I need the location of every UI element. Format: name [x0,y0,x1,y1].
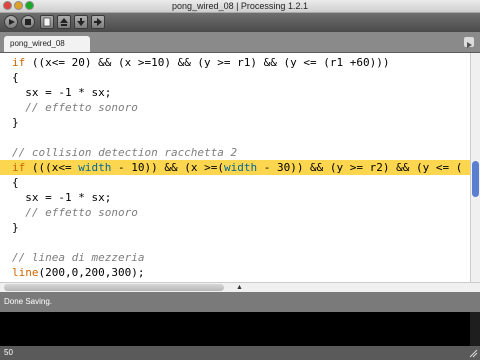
code-text: // effetto sonoro [25,206,138,219]
code-line[interactable]: sx = -1 * sx; [0,190,470,205]
code-text: // effetto sonoro [25,101,138,114]
code-text: if (((x<= width - 10)) && (x >=(width - … [12,161,463,174]
code-text: { [12,71,19,84]
code-line[interactable]: // linea di mezzeria [0,250,470,265]
code-text: } [12,221,19,234]
window-title: pong_wired_08 | Processing 1.2.1 [172,1,308,11]
horizontal-scroll-thumb[interactable] [4,284,224,291]
code-line[interactable]: { [0,175,470,190]
code-line[interactable]: // collision detection racchetta 2 [0,145,470,160]
title-bar: pong_wired_08 | Processing 1.2.1 [0,0,480,13]
code-line[interactable] [0,130,470,145]
code-text: // collision detection racchetta 2 [12,146,238,159]
code-line[interactable]: } [0,220,470,235]
toolbar [0,13,480,32]
code-text: // linea di mezzeria [12,251,145,264]
line-number: 50 [4,348,13,357]
scroll-arrows-icon[interactable]: ▲ [236,284,243,292]
horizontal-scrollbar[interactable]: ▲ [0,282,480,292]
stop-button[interactable] [21,15,35,29]
save-icon [77,18,85,26]
code-text: sx = -1 * sx; [12,86,112,99]
run-button[interactable] [4,15,18,29]
status-bar: Done Saving. [0,292,480,312]
open-icon [60,18,68,26]
export-button[interactable] [91,15,105,29]
code-line[interactable]: // effetto sonoro [0,100,470,115]
line-number-bar: 50 [0,346,480,360]
export-icon [94,18,102,26]
code-line[interactable]: } [0,115,470,130]
tab-pong-wired-08[interactable]: pong_wired_08 [4,36,90,52]
code-line[interactable]: line(200,0,200,300); [0,265,470,280]
code-line[interactable]: { [0,70,470,85]
code-text: line(200,0,200,300); [12,266,145,279]
code-text: if ((x<= 20) && (x >=10) && (y >= r1) &&… [12,56,390,69]
open-button[interactable] [57,15,71,29]
console-area [0,312,480,346]
arrow-right-icon [467,42,472,48]
new-button[interactable] [40,15,54,29]
resize-grip-icon[interactable] [468,348,478,358]
code-editor[interactable]: if ((x<= 20) && (x >=10) && (y >= r1) &&… [0,53,470,282]
tab-menu-button[interactable] [464,37,474,48]
new-icon [43,17,51,27]
code-text: { [12,176,19,189]
code-line[interactable]: if ((x<= 20) && (x >=10) && (y >= r1) &&… [0,55,470,70]
run-icon [9,19,15,25]
code-text: sx = -1 * sx; [12,191,112,204]
code-line[interactable]: if (((x<= width - 10)) && (x >=(width - … [0,160,470,175]
code-line[interactable]: sx = -1 * sx; [0,85,470,100]
code-line[interactable] [0,235,470,250]
console-scrollbar[interactable] [470,312,480,346]
stop-icon [25,19,31,25]
tab-strip: pong_wired_08 [0,32,480,53]
save-button[interactable] [74,15,88,29]
vertical-scrollbar[interactable] [470,53,480,282]
vertical-scroll-thumb[interactable] [472,161,479,197]
code-line[interactable]: // effetto sonoro [0,205,470,220]
code-text: } [12,116,19,129]
